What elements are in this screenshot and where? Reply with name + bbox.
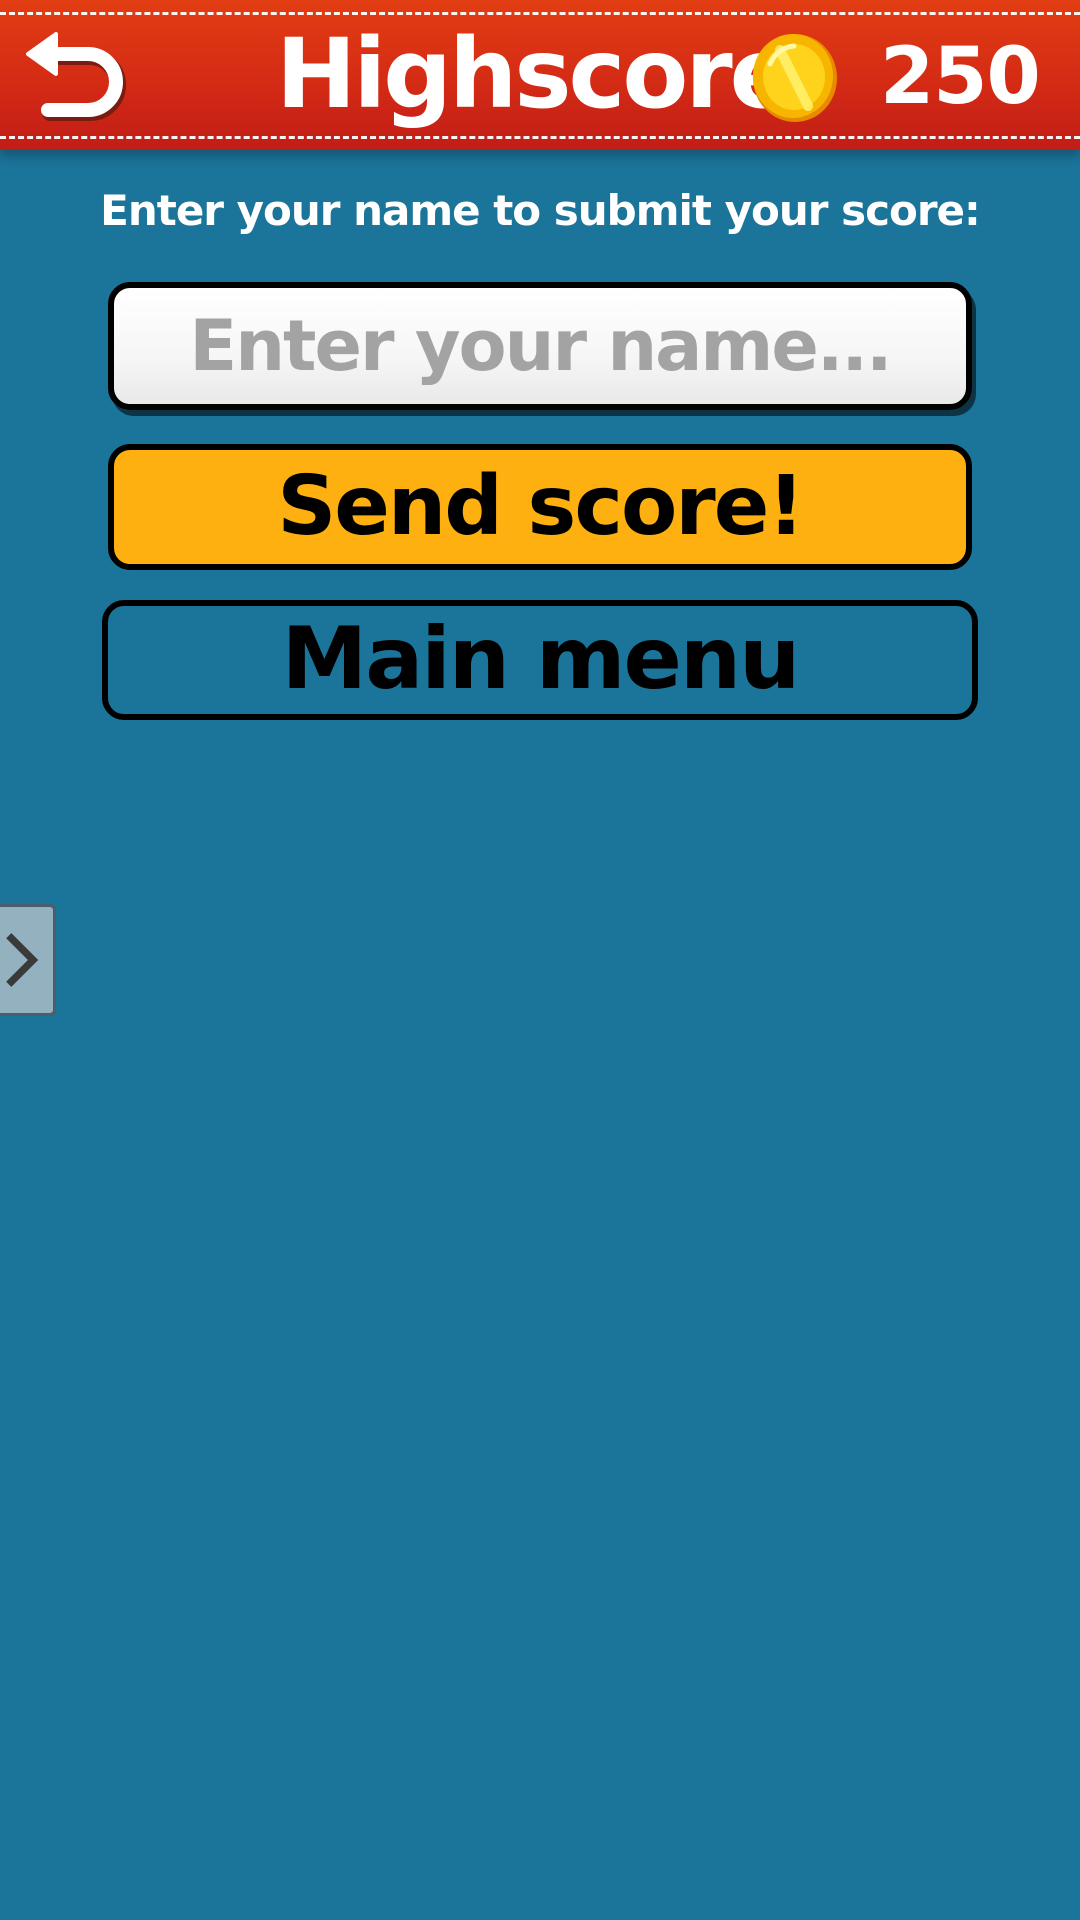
main-menu-button[interactable]: Main menu	[102, 600, 978, 720]
gold-coin-icon	[750, 30, 840, 124]
top-bar: Highscore 250	[0, 0, 1080, 150]
name-input[interactable]	[108, 282, 972, 410]
send-score-button[interactable]: Send score!	[108, 444, 972, 570]
coin-count: 250	[880, 32, 1041, 122]
page-title: Highscore	[276, 18, 795, 130]
back-arrow-icon[interactable]	[22, 28, 126, 124]
submit-prompt: Enter your name to submit your score:	[100, 186, 981, 235]
bottom-stitch-line	[0, 136, 1080, 139]
chevron-right-icon	[6, 933, 39, 987]
side-drawer-tab[interactable]	[0, 904, 56, 1016]
